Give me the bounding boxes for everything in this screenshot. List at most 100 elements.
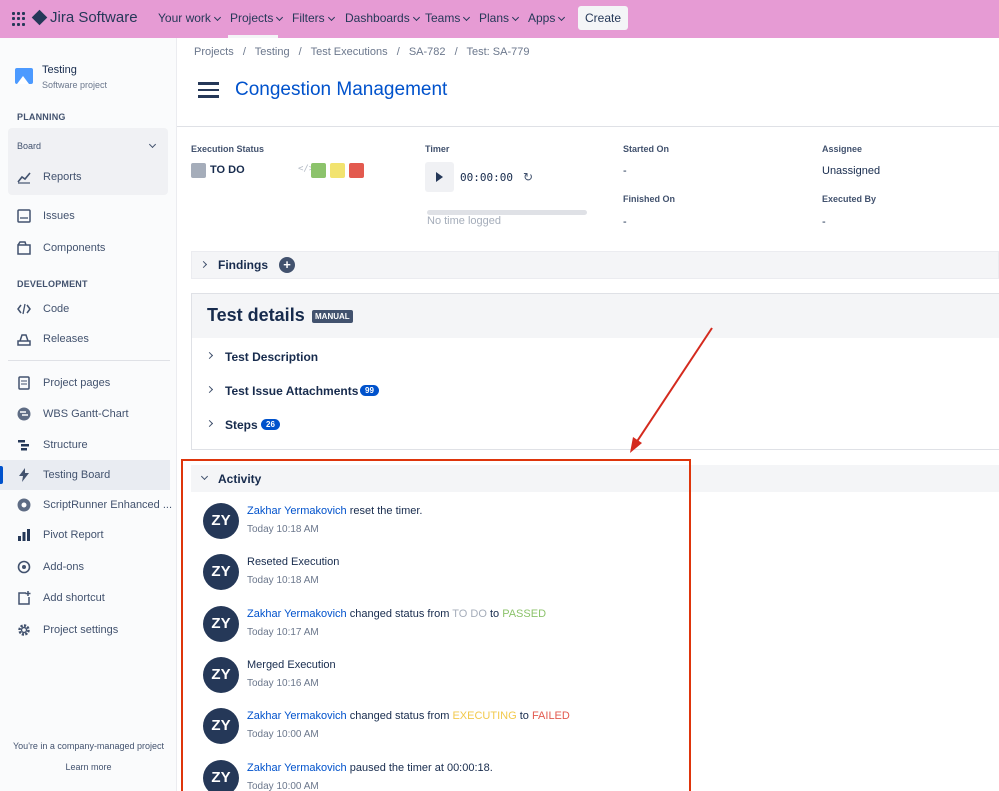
breadcrumb-test-executions[interactable]: Test Executions	[311, 46, 388, 58]
breadcrumb-sa-782[interactable]: SA-782	[409, 46, 446, 58]
sidebar-item-scriptrunner[interactable]: ScriptRunner Enhanced ...	[17, 498, 172, 512]
header-divider	[177, 126, 999, 127]
project-name[interactable]: Testing	[42, 64, 77, 76]
chevron-down-icon	[463, 13, 471, 22]
sidebar-item-issues[interactable]: Issues	[17, 209, 75, 223]
status-fail-button[interactable]	[349, 163, 364, 178]
breadcrumb-separator: /	[396, 46, 400, 58]
sidebar-item-pivot-report[interactable]: Pivot Report	[17, 528, 104, 542]
sidebar-item-label: Testing Board	[43, 469, 111, 481]
sidebar-item-addons[interactable]: Add-ons	[17, 560, 84, 574]
sidebar-item-components[interactable]: Components	[17, 241, 105, 255]
project-avatar[interactable]	[15, 68, 33, 84]
gantt-icon	[17, 407, 31, 421]
play-button[interactable]	[425, 162, 454, 192]
sidebar-item-label: ScriptRunner Enhanced ...	[43, 499, 173, 511]
sidebar-item-project-settings[interactable]: Project settings	[17, 623, 118, 637]
finished-on-label: Finished On	[623, 194, 676, 204]
sidebar-item-wbs-gantt[interactable]: WBS Gantt-Chart	[17, 407, 129, 421]
nav-apps[interactable]: Apps	[528, 11, 566, 25]
nav-plans-label: Plans	[479, 11, 510, 25]
pages-icon	[17, 376, 31, 390]
board-group	[8, 128, 168, 195]
executed-by-label: Executed By	[822, 194, 877, 204]
findings-title[interactable]: Findings	[218, 258, 268, 272]
nav-filters[interactable]: Filters	[292, 11, 335, 25]
hamburger-menu-icon[interactable]	[198, 82, 219, 98]
jira-diamond-icon	[31, 9, 48, 26]
nav-teams-label: Teams	[425, 11, 461, 25]
chevron-down-icon	[213, 13, 221, 22]
sidebar-item-label: Structure	[43, 439, 88, 451]
sidebar-item-releases[interactable]: Releases	[17, 332, 89, 346]
breadcrumb-testing[interactable]: Testing	[255, 46, 290, 58]
nav-active-indicator	[228, 35, 278, 38]
chevron-down-icon	[412, 13, 420, 22]
nav-projects[interactable]: Projects	[230, 11, 284, 25]
nav-filters-label: Filters	[292, 11, 325, 25]
sidebar-item-reports[interactable]: Reports	[17, 170, 82, 184]
lightning-icon	[17, 468, 31, 482]
page-title: Congestion Management	[235, 79, 448, 100]
status-executing-button[interactable]	[330, 163, 345, 178]
assignee-label: Assignee	[822, 144, 863, 154]
sidebar-item-label: Reports	[43, 171, 82, 183]
add-finding-icon[interactable]: +	[279, 257, 295, 273]
breadcrumb-projects[interactable]: Projects	[194, 46, 234, 58]
nav-your-work[interactable]: Your work	[158, 11, 221, 25]
findings-panel[interactable]	[191, 251, 999, 279]
breadcrumb-separator: /	[242, 46, 246, 58]
manual-badge: MANUAL	[312, 310, 353, 323]
sidebar-item-project-pages[interactable]: Project pages	[17, 376, 110, 390]
test-attachments-toggle[interactable]: Test Issue Attachments	[225, 384, 358, 398]
issues-icon	[17, 209, 31, 223]
steps-toggle[interactable]: Steps	[225, 418, 258, 432]
learn-more-link[interactable]: Learn more	[0, 762, 177, 772]
breadcrumb-separator: /	[298, 46, 302, 58]
company-managed-note: You're in a company-managed project	[13, 741, 164, 751]
code-icon	[17, 302, 31, 316]
sidebar-item-add-shortcut[interactable]: Add shortcut	[17, 591, 105, 605]
nav-dashboards[interactable]: Dashboards	[345, 11, 420, 25]
gear-icon	[17, 623, 31, 637]
attachments-count-badge: 99	[360, 385, 379, 396]
reset-timer-icon[interactable]: ↻	[523, 170, 533, 184]
breadcrumb-test[interactable]: Test: SA-779	[467, 46, 530, 58]
chevron-down-icon	[327, 13, 335, 22]
execution-status-label: Execution Status	[191, 144, 265, 154]
timer-label: Timer	[425, 144, 450, 154]
nav-dashboards-label: Dashboards	[345, 11, 410, 25]
status-color-square	[191, 163, 206, 178]
create-button[interactable]: Create	[578, 6, 628, 30]
development-section-title: DEVELOPMENT	[17, 279, 88, 289]
executed-by-value: -	[822, 216, 826, 228]
sidebar-item-structure[interactable]: Structure	[17, 438, 88, 452]
sidebar-item-label: WBS Gantt-Chart	[43, 408, 129, 420]
top-navigation-bar: Jira Software Your work Projects Filters…	[0, 0, 999, 38]
app-switcher-icon[interactable]	[12, 12, 26, 26]
sidebar-item-testing-board[interactable]: Testing Board	[17, 468, 110, 482]
chevron-down-icon	[511, 13, 520, 22]
test-description-toggle[interactable]: Test Description	[225, 350, 318, 364]
assignee-value[interactable]: Unassigned	[822, 165, 880, 177]
sidebar-item-label: Add-ons	[43, 561, 84, 573]
timer-value: 00:00:00	[460, 171, 513, 184]
sidebar-item-label: Add shortcut	[43, 592, 105, 604]
components-icon	[17, 241, 31, 255]
board-selector[interactable]: Board	[17, 141, 41, 151]
sidebar-item-label: Project pages	[43, 377, 111, 389]
status-pass-button[interactable]	[311, 163, 326, 178]
highlight-annotation-box	[181, 459, 691, 791]
execution-status-value[interactable]: TO DO	[210, 164, 245, 176]
steps-count-badge: 26	[261, 419, 280, 430]
sidebar-item-label: Releases	[43, 333, 89, 345]
nav-teams[interactable]: Teams	[425, 11, 471, 25]
started-on-label: Started On	[623, 144, 670, 154]
active-item-indicator	[0, 466, 3, 484]
jira-logo[interactable]: Jira Software	[31, 9, 138, 26]
nav-plans[interactable]: Plans	[479, 11, 520, 25]
board-label: Board	[17, 141, 42, 151]
sidebar-item-label: Components	[43, 242, 106, 254]
sidebar-item-code[interactable]: Code	[17, 302, 69, 316]
sidebar-item-label: Code	[43, 303, 70, 315]
